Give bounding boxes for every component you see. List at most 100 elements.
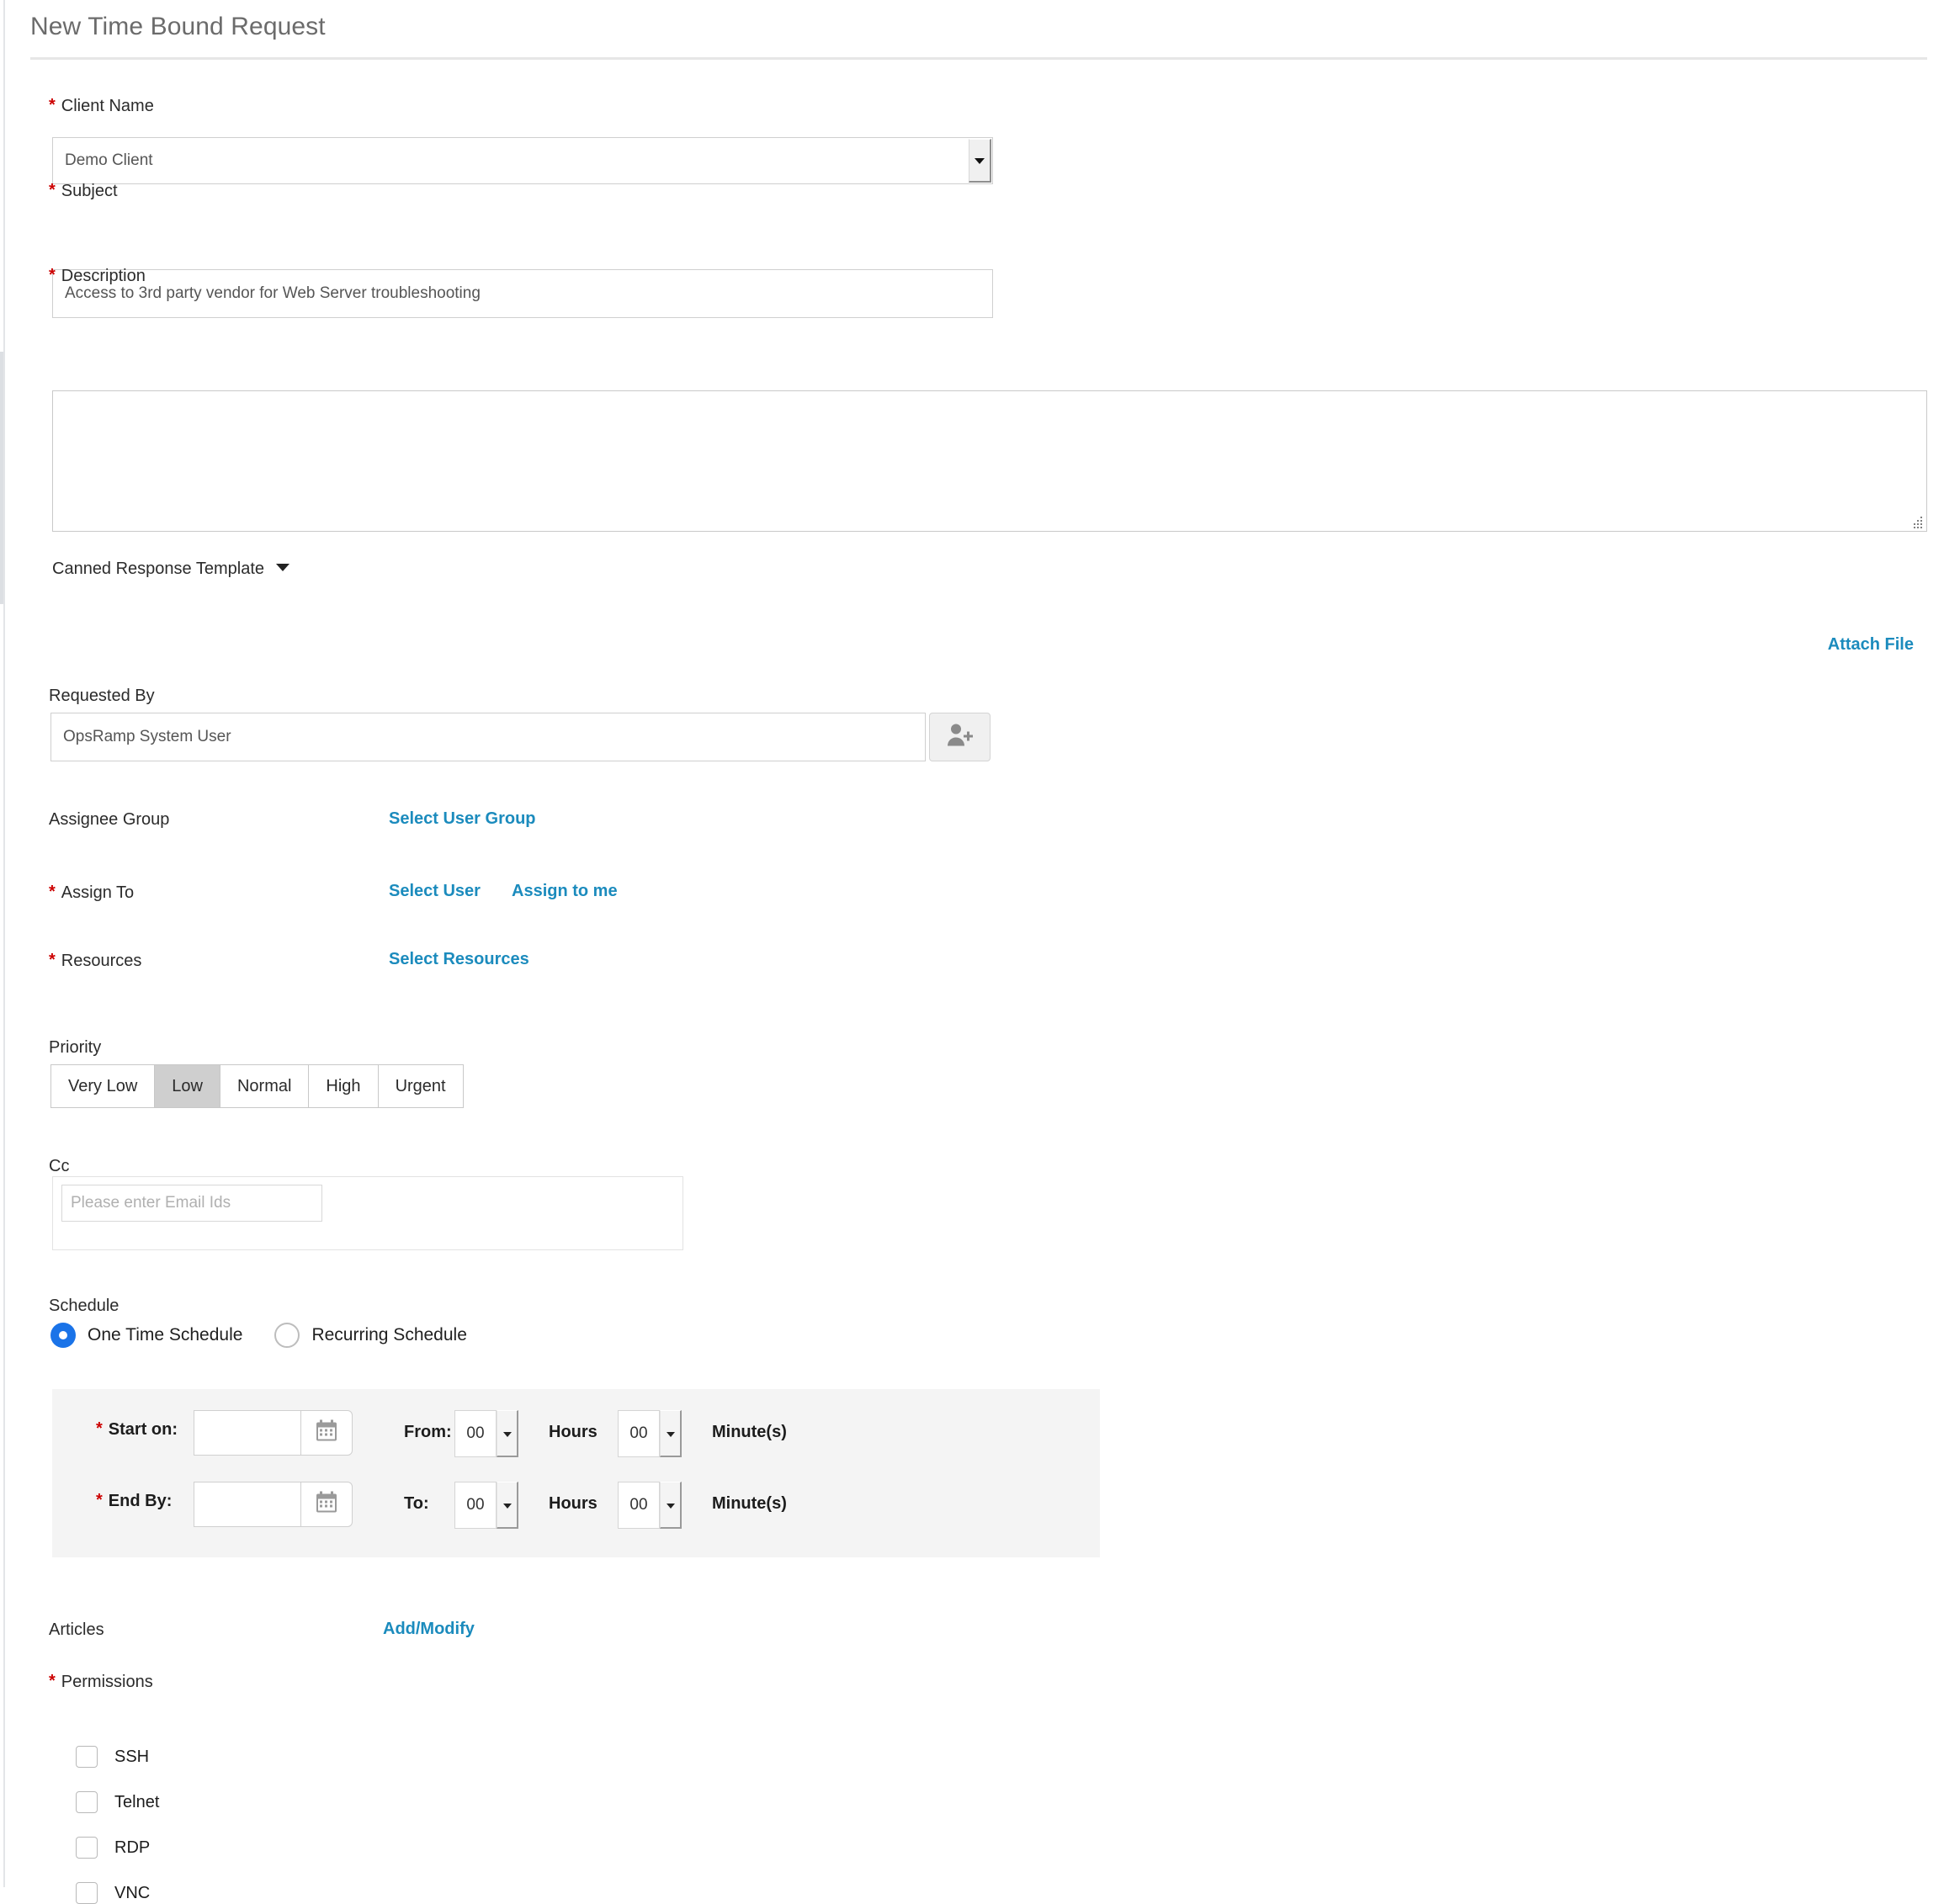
- subject-label: * Subject: [49, 180, 118, 201]
- end-minutes-dropdown-button[interactable]: [660, 1482, 682, 1529]
- chevron-down-icon: [503, 1432, 512, 1437]
- requested-by-label: Requested By: [49, 686, 155, 706]
- resize-handle-icon[interactable]: [1912, 517, 1924, 528]
- scroll-thumb[interactable]: [0, 352, 3, 604]
- priority-option-very-low[interactable]: Very Low: [51, 1065, 155, 1107]
- subject-label-text: Subject: [61, 182, 118, 200]
- end-date-calendar-button[interactable]: [300, 1482, 353, 1527]
- header-divider: [30, 57, 1927, 60]
- subject-input[interactable]: [52, 269, 993, 318]
- cc-label: Cc: [49, 1156, 69, 1176]
- end-by-label: * End By:: [96, 1491, 172, 1511]
- resources-label-text: Resources: [61, 952, 142, 970]
- required-asterisk: *: [49, 1672, 56, 1690]
- permission-label-vnc: VNC: [114, 1884, 150, 1903]
- required-asterisk: *: [96, 1419, 103, 1438]
- checkbox-telnet[interactable]: [76, 1791, 98, 1813]
- checkbox-ssh[interactable]: [76, 1746, 98, 1768]
- end-by-label-text: End By:: [109, 1492, 173, 1510]
- permission-item-telnet[interactable]: Telnet: [76, 1791, 159, 1813]
- radio-recurring-schedule-label: Recurring Schedule: [311, 1325, 466, 1345]
- start-hours-label: Hours: [549, 1423, 598, 1442]
- required-asterisk: *: [49, 883, 56, 901]
- permission-label-ssh: SSH: [114, 1748, 149, 1767]
- radio-recurring-schedule[interactable]: [274, 1323, 300, 1348]
- permission-item-ssh[interactable]: SSH: [76, 1746, 149, 1768]
- permission-label-telnet: Telnet: [114, 1793, 159, 1812]
- permissions-label: * Permissions: [49, 1671, 153, 1692]
- cc-field-container[interactable]: [52, 1176, 683, 1250]
- canned-response-template-dropdown[interactable]: Canned Response Template: [52, 560, 289, 579]
- end-hours-value: 00: [455, 1482, 496, 1528]
- description-label-text: Description: [61, 267, 146, 285]
- client-name-label: *Client Name: [49, 95, 154, 116]
- required-asterisk: *: [49, 181, 56, 199]
- schedule-label: Schedule: [49, 1296, 119, 1316]
- assignee-group-label: Assignee Group: [49, 809, 169, 830]
- start-minutes-value: 00: [619, 1411, 659, 1456]
- priority-option-normal[interactable]: Normal: [220, 1065, 309, 1107]
- end-hours-dropdown-button[interactable]: [497, 1482, 518, 1529]
- priority-option-high[interactable]: High: [309, 1065, 378, 1107]
- required-asterisk: *: [96, 1491, 103, 1509]
- client-name-label-text: Client Name: [61, 97, 154, 115]
- radio-one-time-schedule-label: One Time Schedule: [88, 1325, 242, 1345]
- priority-option-low[interactable]: Low: [155, 1065, 220, 1107]
- assign-to-me-link[interactable]: Assign to me: [512, 882, 618, 901]
- priority-segmented-control[interactable]: Very Low Low Normal High Urgent: [50, 1064, 464, 1108]
- start-on-label: * Start on:: [96, 1419, 178, 1440]
- calendar-icon: [316, 1492, 337, 1518]
- end-hours-label: Hours: [549, 1494, 598, 1514]
- resources-label: * Resources: [49, 950, 141, 971]
- checkbox-vnc[interactable]: [76, 1882, 98, 1904]
- permission-item-vnc[interactable]: VNC: [76, 1882, 150, 1904]
- client-name-value: Demo Client: [65, 138, 153, 183]
- description-textarea[interactable]: [52, 390, 1927, 532]
- permissions-label-text: Permissions: [61, 1673, 153, 1691]
- permission-item-rdp[interactable]: RDP: [76, 1837, 150, 1859]
- page-header: New Time Bound Request: [30, 8, 1929, 45]
- end-hours-spinner[interactable]: 00: [454, 1482, 497, 1529]
- start-hours-spinner[interactable]: 00: [454, 1410, 497, 1457]
- end-minutes-value: 00: [619, 1482, 659, 1528]
- chevron-down-icon: [503, 1504, 512, 1509]
- assign-to-label: *Assign To: [49, 882, 134, 903]
- select-requester-button[interactable]: [929, 713, 991, 761]
- end-minutes-label: Minute(s): [712, 1494, 787, 1514]
- page-title: New Time Bound Request: [30, 8, 1929, 45]
- select-resources-link[interactable]: Select Resources: [389, 950, 529, 969]
- start-hours-dropdown-button[interactable]: [497, 1410, 518, 1457]
- requested-by-input[interactable]: [50, 713, 926, 761]
- start-date-input[interactable]: [194, 1410, 300, 1456]
- priority-label: Priority: [49, 1037, 101, 1058]
- start-minutes-spinner[interactable]: 00: [618, 1410, 660, 1457]
- client-name-select[interactable]: Demo Client: [52, 137, 993, 184]
- cc-input[interactable]: [61, 1185, 322, 1222]
- user-plus-icon: [946, 723, 975, 752]
- end-minutes-spinner[interactable]: 00: [618, 1482, 660, 1529]
- radio-one-time-schedule[interactable]: [50, 1323, 76, 1348]
- permission-label-rdp: RDP: [114, 1838, 150, 1858]
- select-user-group-link[interactable]: Select User Group: [389, 809, 536, 829]
- page-left-border: [3, 0, 5, 1887]
- start-on-label-text: Start on:: [109, 1420, 178, 1439]
- articles-add-modify-link[interactable]: Add/Modify: [383, 1620, 475, 1639]
- to-label: To:: [404, 1494, 429, 1514]
- articles-label: Articles: [49, 1620, 104, 1640]
- client-name-dropdown-button[interactable]: [969, 139, 991, 183]
- canned-response-template-label: Canned Response Template: [52, 560, 264, 578]
- chevron-down-icon: [975, 158, 985, 164]
- calendar-icon: [316, 1420, 337, 1446]
- attach-file-link[interactable]: Attach File: [1828, 635, 1914, 655]
- select-user-link[interactable]: Select User: [389, 882, 481, 901]
- chevron-down-icon: [276, 564, 289, 571]
- end-date-input[interactable]: [194, 1482, 300, 1527]
- start-minutes-dropdown-button[interactable]: [660, 1410, 682, 1457]
- description-label: *Description: [49, 265, 146, 286]
- schedule-panel: *Start on: From: 00 Hours 00: [52, 1389, 1100, 1557]
- priority-option-urgent[interactable]: Urgent: [379, 1065, 463, 1107]
- checkbox-rdp[interactable]: [76, 1837, 98, 1859]
- start-date-calendar-button[interactable]: [300, 1410, 353, 1456]
- schedule-radio-group[interactable]: One Time Schedule Recurring Schedule: [50, 1323, 499, 1348]
- required-asterisk: *: [49, 951, 56, 969]
